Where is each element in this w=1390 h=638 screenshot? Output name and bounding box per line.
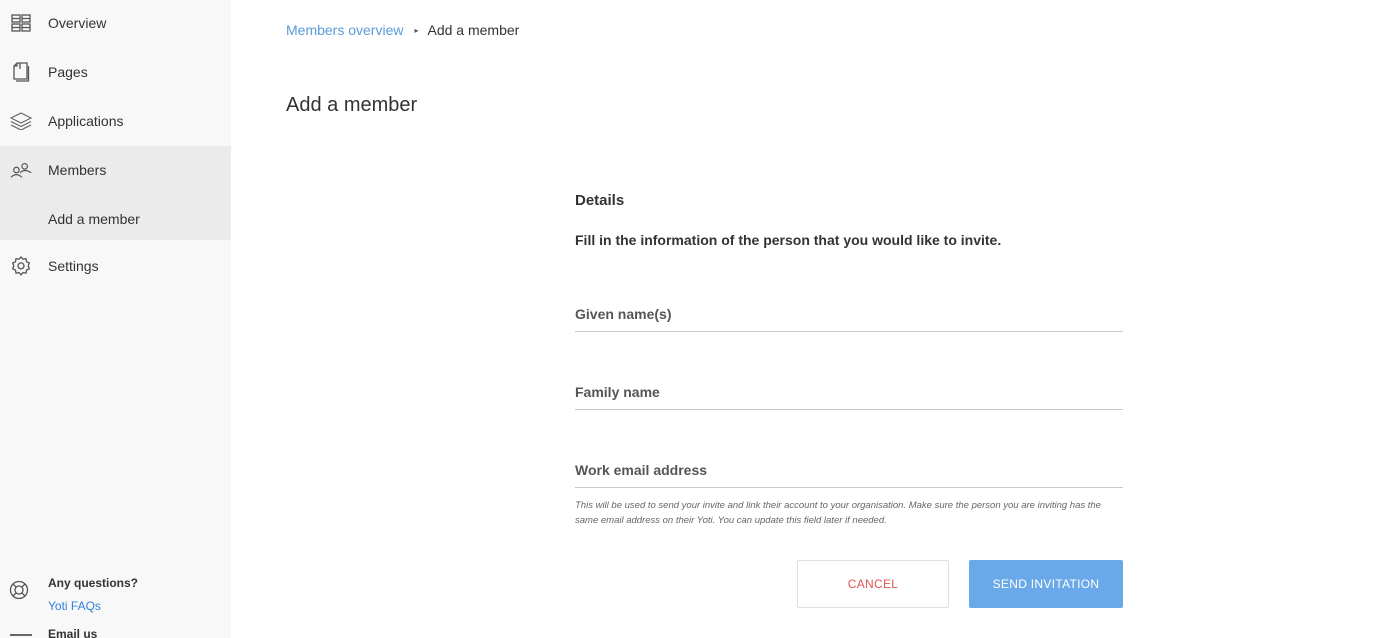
section-description: Fill in the information of the person th… bbox=[575, 232, 1002, 248]
sidebar: Overview Pages Applications Members Add bbox=[0, 0, 231, 638]
email-icon bbox=[10, 634, 32, 636]
sidebar-item-overview[interactable]: Overview bbox=[0, 12, 231, 34]
sidebar-subitem-add-member[interactable]: Add a member bbox=[0, 194, 231, 240]
given-name-input[interactable] bbox=[575, 298, 1123, 331]
sidebar-item-label: Overview bbox=[48, 15, 107, 31]
members-icon bbox=[10, 159, 32, 181]
email-us-link[interactable]: Email us bbox=[48, 627, 97, 638]
send-invitation-button[interactable]: SEND INVITATION bbox=[969, 560, 1123, 608]
help-question: Any questions? bbox=[48, 576, 139, 590]
sidebar-item-label: Members bbox=[48, 162, 107, 178]
given-name-field: Given name(s) bbox=[575, 298, 1123, 332]
breadcrumb-current: Add a member bbox=[427, 22, 520, 38]
sidebar-item-members[interactable]: Members bbox=[0, 146, 231, 194]
sidebar-item-pages[interactable]: Pages bbox=[0, 61, 231, 83]
lifebuoy-icon bbox=[9, 580, 31, 602]
layers-icon bbox=[10, 110, 32, 132]
help-section: Any questions? Yoti FAQs bbox=[0, 570, 231, 620]
sidebar-item-settings[interactable]: Settings bbox=[0, 255, 231, 277]
section-title: Details bbox=[575, 192, 625, 209]
family-name-field: Family name bbox=[575, 376, 1123, 410]
gear-icon bbox=[10, 255, 32, 277]
cancel-button[interactable]: CANCEL bbox=[797, 560, 949, 608]
sidebar-item-label: Applications bbox=[48, 113, 124, 129]
email-input[interactable] bbox=[575, 454, 1123, 487]
family-name-input[interactable] bbox=[575, 376, 1123, 409]
sidebar-item-label: Settings bbox=[48, 258, 99, 274]
sidebar-subitem-label: Add a member bbox=[48, 211, 140, 227]
breadcrumb-separator-icon: ▸ bbox=[414, 25, 419, 35]
breadcrumb-members-overview[interactable]: Members overview bbox=[286, 22, 403, 38]
pages-icon bbox=[10, 61, 32, 83]
faq-link[interactable]: Yoti FAQs bbox=[48, 599, 101, 613]
sidebar-item-applications[interactable]: Applications bbox=[0, 110, 231, 132]
sidebar-item-label: Pages bbox=[48, 64, 88, 80]
dashboard-icon bbox=[10, 12, 32, 34]
breadcrumb: Members overview ▸ Add a member bbox=[286, 22, 519, 38]
email-field: Work email address bbox=[575, 454, 1123, 488]
page-title: Add a member bbox=[286, 94, 418, 116]
email-hint: This will be used to send your invite an… bbox=[575, 500, 1101, 526]
